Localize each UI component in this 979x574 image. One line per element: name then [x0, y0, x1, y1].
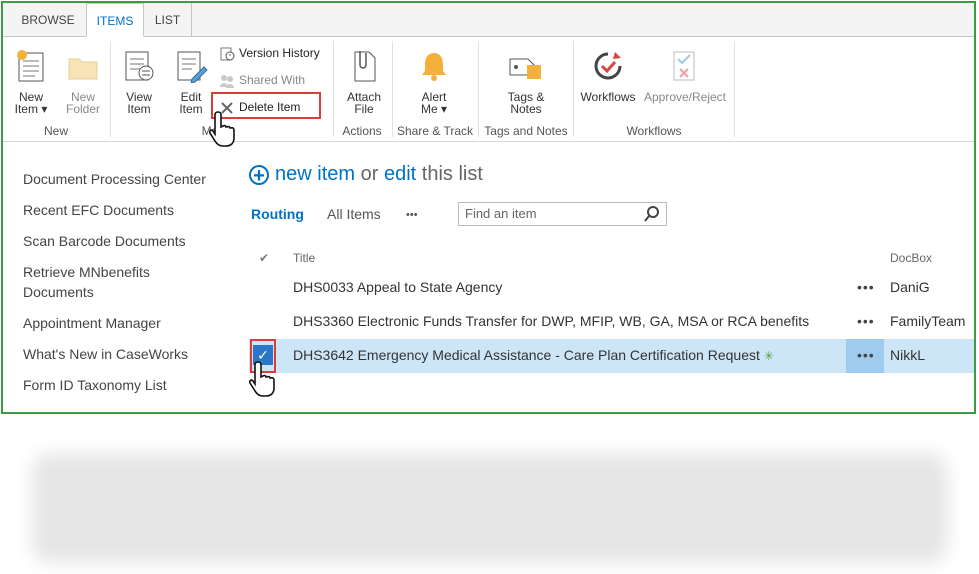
table-row[interactable]: DHS0033 Appeal to State Agency ••• DaniG	[249, 271, 974, 305]
search-icon[interactable]	[644, 206, 660, 222]
ribbon-tabs: BROWSE ITEMS LIST	[3, 3, 974, 37]
new-item-label-2: Item ▾	[14, 102, 48, 116]
row-title[interactable]: DHS0033 Appeal to State Agency	[293, 279, 502, 295]
folder-icon	[68, 58, 98, 80]
group-separator	[734, 41, 735, 137]
search-input[interactable]: Find an item	[458, 202, 667, 226]
edit-list-link[interactable]: edit	[384, 163, 416, 185]
edit-item-icon	[177, 51, 208, 84]
row-title[interactable]: DHS3642 Emergency Medical Assistance - C…	[293, 347, 774, 363]
row-menu-button[interactable]: •••	[857, 347, 875, 363]
workflows-icon	[594, 52, 622, 80]
this-list-text: this list	[421, 163, 483, 185]
group-label-actions: Actions	[342, 124, 382, 138]
row-docbox: DaniG	[890, 279, 930, 295]
tags-notes-icon	[509, 58, 541, 79]
people-icon	[220, 74, 234, 88]
version-history-icon	[220, 47, 235, 61]
nav-item-recent-efc-documents[interactable]: Recent EFC Documents	[23, 200, 223, 220]
workflows-button[interactable]: Workflows	[579, 49, 637, 103]
search-placeholder: Find an item	[465, 206, 537, 221]
or-text: or	[360, 163, 379, 185]
nav-item-form-id-taxonomy-list[interactable]: Form ID Taxonomy List	[23, 375, 223, 395]
edit-item-label-2: Item	[179, 102, 203, 116]
view-item-icon	[125, 51, 154, 81]
alert-me-button[interactable]: Alert Me ▾	[409, 49, 459, 115]
group-label-share-track: Share & Track	[396, 124, 474, 138]
row-docbox: FamilyTeam	[890, 313, 966, 329]
group-label-new: New	[43, 124, 68, 138]
group-label-workflows: Workflows	[626, 124, 682, 138]
new-item-button[interactable]: New Item ▾	[9, 49, 53, 115]
new-folder-button[interactable]: New Folder	[61, 49, 105, 115]
column-header-title[interactable]: Title	[293, 251, 315, 265]
new-folder-label-2: Folder	[65, 102, 100, 116]
row-menu-button[interactable]: •••	[857, 279, 875, 295]
nav-item-whats-new-in-caseworks[interactable]: What's New in CaseWorks	[23, 344, 223, 364]
approve-reject-label: Approve/Reject	[643, 90, 727, 104]
nav-item-appointment-manager[interactable]: Appointment Manager	[23, 313, 223, 333]
tags-notes-label-2: Notes	[510, 102, 542, 116]
tab-browse[interactable]: BROWSE	[13, 3, 83, 36]
bell-icon	[422, 53, 446, 81]
attach-file-button[interactable]: Attach File	[339, 49, 389, 115]
group-label-tags-notes: Tags and Notes	[484, 124, 568, 138]
version-history-button[interactable]: Version History	[219, 43, 320, 63]
shared-with-label: Shared With	[239, 73, 306, 87]
group-separator	[478, 41, 479, 137]
new-item-icon	[17, 50, 44, 82]
group-separator	[110, 41, 111, 137]
row-menu-button[interactable]: •••	[857, 313, 875, 329]
table-row-selected[interactable]: ✓ DHS3642 Emergency Medical Assistance -…	[249, 339, 974, 373]
view-item-button[interactable]: View Item	[117, 49, 161, 115]
group-separator	[333, 41, 334, 137]
row-title[interactable]: DHS3360 Electronic Funds Transfer for DW…	[293, 313, 809, 329]
nav-item-retrieve-mnbenefits-documents[interactable]: Retrieve MNbenefits Documents	[23, 262, 223, 302]
tab-list[interactable]: LIST	[144, 3, 192, 36]
hand-cursor-icon	[249, 361, 275, 397]
ribbon: New Item ▾ New Folder New View Item Edit…	[3, 37, 974, 147]
nav-item-document-processing-center[interactable]: Document Processing Center	[23, 169, 223, 189]
attach-file-label-2: File	[354, 102, 374, 116]
approve-reject-icon	[673, 51, 695, 81]
view-item-label-2: Item	[127, 102, 151, 116]
tags-notes-button[interactable]: Tags & Notes	[499, 49, 553, 115]
new-item-plus-icon[interactable]: +	[249, 165, 269, 186]
approve-reject-button[interactable]: Approve/Reject	[643, 49, 727, 103]
view-all-items[interactable]: All Items	[327, 206, 381, 222]
alert-me-label-2: Me ▾	[420, 102, 448, 116]
new-item-link[interactable]: new item	[275, 163, 355, 185]
shared-with-button[interactable]: Shared With	[219, 70, 305, 90]
tab-items[interactable]: ITEMS	[86, 3, 144, 37]
attach-file-icon	[354, 51, 376, 82]
row-title-text: DHS3642 Emergency Medical Assistance - C…	[293, 347, 760, 363]
group-separator	[392, 41, 393, 137]
hand-cursor-icon	[209, 111, 235, 147]
more-views-button[interactable]: •••	[406, 209, 418, 221]
blurred-region	[46, 467, 934, 549]
nav-item-scan-barcode-documents[interactable]: Scan Barcode Documents	[23, 231, 223, 251]
select-all-checkbox[interactable]: ✔	[259, 251, 269, 265]
list-command-header: + new item or edit this list	[249, 163, 483, 186]
group-separator	[573, 41, 574, 137]
workflows-label: Workflows	[580, 90, 636, 104]
edit-item-button[interactable]: Edit Item	[169, 49, 213, 115]
sharepoint-window: BROWSE ITEMS LIST New Item ▾ New Folder …	[1, 1, 976, 414]
new-item-marker-icon: ✳	[763, 349, 774, 363]
view-routing[interactable]: Routing	[251, 206, 304, 222]
left-navigation: Document Processing Center Recent EFC Do…	[23, 169, 223, 406]
column-header-docbox[interactable]: DocBox	[890, 251, 932, 265]
version-history-label: Version History	[239, 46, 320, 60]
row-docbox: NikkL	[890, 347, 926, 363]
table-row[interactable]: DHS3360 Electronic Funds Transfer for DW…	[249, 305, 974, 339]
